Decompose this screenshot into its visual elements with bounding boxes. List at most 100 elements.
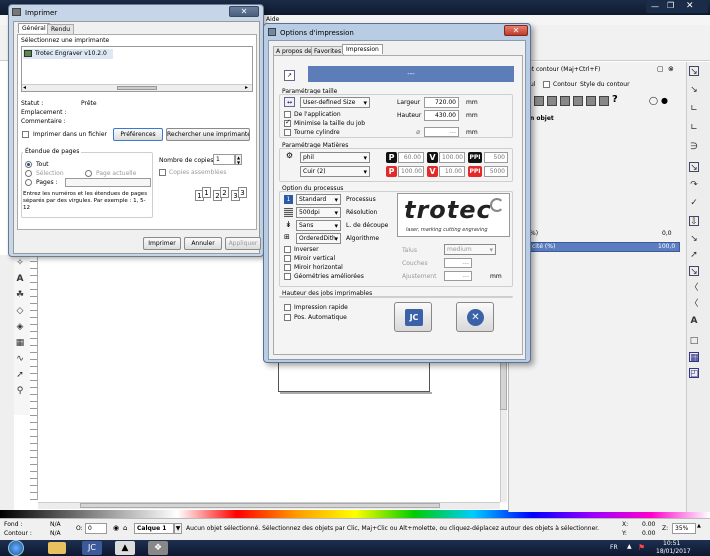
snap-center-icon[interactable]: ↘ [689, 234, 699, 244]
copies-input[interactable]: 1 [213, 154, 235, 165]
tray-flag-icon[interactable]: ⚑ [638, 543, 645, 552]
snap-grid-icon[interactable]: 〈 [689, 283, 699, 293]
zoom-input[interactable]: 35% [672, 523, 696, 534]
mirror-vertical-checkbox[interactable] [284, 255, 291, 262]
explorer-taskbar-icon[interactable] [48, 542, 66, 554]
snap-rotation-icon[interactable]: ➚ [689, 250, 699, 260]
start-orb-icon[interactable] [8, 540, 24, 556]
fill-rule-nonzero-icon[interactable]: ● [661, 96, 668, 105]
text-command-icon[interactable]: A [689, 316, 699, 326]
snap-guide-icon[interactable]: 〈 [689, 299, 699, 309]
paint-none-button[interactable] [534, 96, 544, 106]
print-dialog-close-button[interactable]: ✕ [229, 6, 259, 17]
snap-nodes-icon[interactable]: ↘ [689, 162, 699, 173]
close-app-icon[interactable]: ✕ [686, 1, 694, 11]
grid-command-icon[interactable]: ▦ [689, 352, 699, 363]
inkscape-taskbar-icon[interactable]: ▲ [115, 541, 135, 555]
minimize-icon[interactable]: — [651, 2, 659, 11]
range-selection-radio[interactable] [25, 170, 32, 177]
cancel-options-button[interactable]: ✕ [456, 302, 494, 332]
from-app-checkbox[interactable] [284, 111, 291, 118]
material-dropdown-1[interactable]: phil [300, 152, 370, 163]
range-all-radio[interactable] [25, 161, 32, 168]
stroke-tab-checkbox[interactable] [543, 81, 550, 88]
app-taskbar-icon[interactable]: ❖ [148, 541, 168, 555]
spray-tool-icon[interactable]: ☘ [15, 290, 25, 300]
find-printer-button[interactable]: Rechercher une imprimante... [166, 128, 250, 141]
snap-page-icon[interactable]: ↘ [689, 266, 699, 277]
process-dropdown[interactable]: Standard [296, 194, 341, 205]
blur-value[interactable]: 0,0 [662, 230, 672, 237]
layers-input[interactable]: --- [444, 258, 472, 268]
visibility-eye-icon[interactable]: ◉ [113, 524, 119, 532]
tab-rendu[interactable]: Rendu [47, 24, 75, 34]
guide-command-icon[interactable]: ◰ [689, 368, 699, 379]
zoom-stepper-icon[interactable]: ▲ [697, 523, 701, 529]
apply-button[interactable]: Appliquer [225, 237, 261, 250]
geometry-checkbox[interactable] [284, 273, 291, 280]
bucket-tool-icon[interactable]: ◈ [15, 322, 25, 332]
canvas-scrollbar-hthumb[interactable] [80, 503, 440, 508]
panel-close-icon[interactable]: ⊗ [668, 65, 674, 73]
range-current-radio[interactable] [85, 170, 92, 177]
connector-tool-icon[interactable]: ∿ [15, 354, 25, 364]
layer-select[interactable]: Calque 1 [134, 523, 174, 534]
tab-impression[interactable]: Impression [342, 44, 383, 54]
snap-smooth-icon[interactable]: ⇩ [689, 216, 699, 227]
menu-aide[interactable]: Aide [266, 16, 279, 23]
lock-icon[interactable]: ⌂ [123, 524, 127, 532]
zoom-tool-icon[interactable]: ⚲ [15, 386, 25, 396]
preferences-button[interactable]: Préférences [113, 128, 163, 141]
algorithm-dropdown[interactable]: OrderedDith [296, 233, 341, 244]
adjust-input[interactable]: --- [444, 271, 472, 281]
clock-date[interactable]: 18/01/2017 [656, 548, 691, 555]
copies-stepper[interactable]: ▲ ▼ [235, 154, 242, 165]
resolution-dropdown[interactable]: 500dpi [296, 207, 341, 218]
mirror-horizontal-checkbox[interactable] [284, 264, 291, 271]
eraser-tool-icon[interactable]: ◇ [15, 306, 25, 316]
minimize-job-checkbox[interactable] [284, 118, 291, 127]
doc-command-icon[interactable]: □ [689, 336, 699, 346]
print-to-file-checkbox[interactable] [22, 131, 29, 138]
dropper-tool-icon[interactable]: ➚ [15, 370, 25, 380]
snap-intersect-icon[interactable]: ✓ [689, 198, 699, 208]
text-tool-icon[interactable]: A [15, 274, 25, 284]
fast-print-checkbox[interactable] [284, 304, 291, 311]
layer-dropdown-icon[interactable]: ▼ [174, 523, 182, 534]
maximize-icon[interactable]: ❐ [667, 1, 674, 10]
scroll-right-icon[interactable]: ▸ [245, 84, 248, 91]
size-dropdown[interactable]: User-defined Size [300, 97, 370, 108]
range-pages-input[interactable] [65, 178, 151, 187]
paint-unset-button[interactable]: ? [612, 94, 618, 105]
height-input[interactable]: 430.00 [424, 110, 459, 121]
panel-tab-contour[interactable]: Contour [553, 81, 577, 88]
paint-swatch-button[interactable] [599, 96, 609, 106]
keyboard-language[interactable]: FR [610, 544, 618, 551]
opacity-o-input[interactable]: 0 [85, 523, 107, 534]
tray-arrow-icon[interactable]: ▲ [627, 543, 632, 550]
jobcontrol-taskbar-icon[interactable]: JC [82, 541, 102, 555]
snap-edges-icon[interactable]: ∟ [689, 104, 699, 114]
snap-paths-icon[interactable]: ↷ [689, 180, 699, 190]
cancel-print-button[interactable]: Annuler [184, 237, 222, 250]
scroll-thumb[interactable] [117, 86, 157, 90]
options-dialog-close-button[interactable]: ✕ [504, 25, 528, 36]
panel-tab-style[interactable]: Style du contour [580, 81, 630, 88]
snap-corners-icon[interactable]: ∟ [689, 123, 699, 133]
print-button[interactable]: Imprimer [143, 237, 181, 250]
collate-checkbox[interactable] [159, 169, 166, 176]
cutline-dropdown[interactable]: Sans [296, 220, 341, 231]
panel-settings-icon[interactable]: ▢ [657, 65, 664, 73]
tab-general[interactable]: Général [18, 23, 50, 33]
paint-radial-button[interactable] [573, 96, 583, 106]
range-pages-radio[interactable] [25, 179, 32, 186]
rotary-diameter-input[interactable]: --- [424, 127, 459, 137]
invert-checkbox[interactable] [284, 246, 291, 253]
material-dropdown-2[interactable]: Cuir (2) [300, 166, 370, 177]
snap-bbox-icon[interactable]: ↘ [689, 85, 699, 95]
printer-list-item[interactable]: Trotec Engraver v10.2.0 [23, 49, 113, 59]
printer-list-scrollbar[interactable]: ◂ ▸ [22, 84, 252, 91]
tweak-tool-icon[interactable]: ✧ [15, 258, 25, 268]
auto-position-checkbox[interactable] [284, 314, 291, 321]
paint-pattern-button[interactable] [586, 96, 596, 106]
